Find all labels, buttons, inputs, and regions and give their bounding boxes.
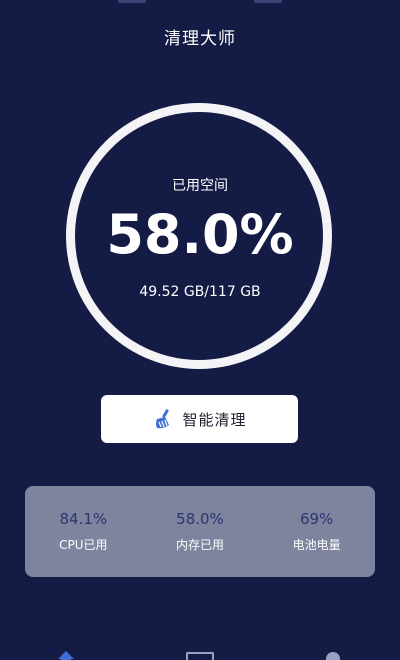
storage-label: 已用空间 — [172, 178, 228, 194]
status-bar-fragment — [254, 0, 282, 3]
home-icon[interactable] — [58, 648, 74, 660]
storage-percent: 58.0% — [106, 203, 294, 266]
stat-cpu-label: CPU已用 — [59, 538, 108, 552]
stat-battery: 69% 电池电量 — [262, 510, 372, 553]
smart-clean-label: 智能清理 — [182, 410, 247, 429]
toolbox-icon[interactable] — [186, 652, 214, 660]
stat-memory-value: 58.0% — [176, 510, 224, 528]
stat-cpu-value: 84.1% — [59, 510, 108, 528]
storage-detail: 49.52 GB/117 GB — [139, 284, 261, 300]
smart-clean-button[interactable]: 智能清理 — [101, 395, 298, 443]
stat-memory-label: 内存已用 — [175, 538, 224, 552]
bottom-nav — [0, 648, 400, 660]
status-bar-fragment — [118, 0, 146, 3]
stat-memory: 58.0% 内存已用 — [145, 510, 255, 553]
stat-cpu: 84.1% CPU已用 — [28, 510, 138, 553]
page-title: 清理大师 — [164, 29, 236, 49]
user-icon[interactable] — [326, 652, 340, 660]
stat-battery-label: 电池电量 — [292, 538, 341, 552]
system-stats-card: 84.1% CPU已用 58.0% 内存已用 69% 电池电量 — [25, 486, 375, 577]
broom-icon — [152, 408, 174, 430]
stat-battery-value: 69% — [299, 510, 334, 528]
